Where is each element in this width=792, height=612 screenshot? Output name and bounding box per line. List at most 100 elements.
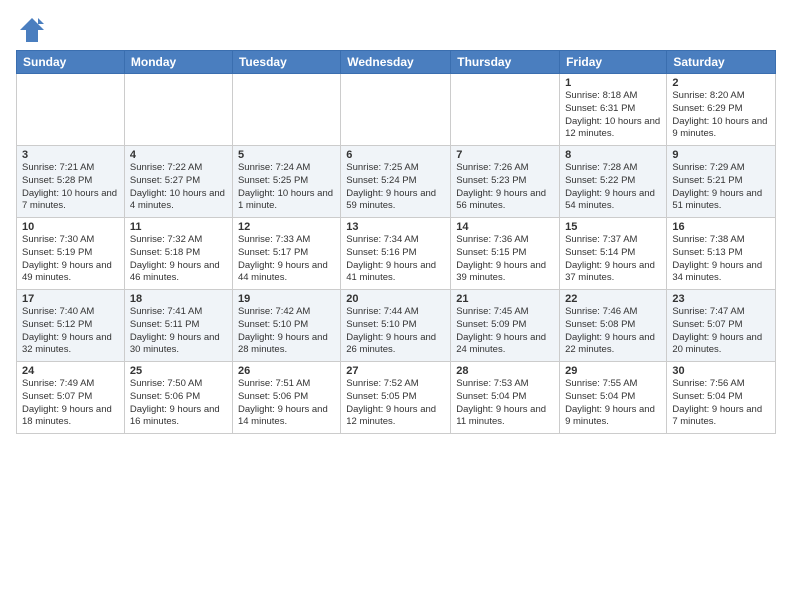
calendar-cell: 13Sunrise: 7:34 AM Sunset: 5:16 PM Dayli…	[341, 218, 451, 290]
calendar-week-5: 24Sunrise: 7:49 AM Sunset: 5:07 PM Dayli…	[17, 362, 776, 434]
day-number: 27	[346, 365, 445, 377]
calendar-header-tuesday: Tuesday	[232, 51, 340, 74]
calendar-cell: 8Sunrise: 7:28 AM Sunset: 5:22 PM Daylig…	[560, 146, 667, 218]
day-number: 20	[346, 293, 445, 305]
day-info: Sunrise: 7:44 AM Sunset: 5:10 PM Dayligh…	[346, 306, 445, 357]
day-info: Sunrise: 7:26 AM Sunset: 5:23 PM Dayligh…	[456, 162, 554, 213]
day-info: Sunrise: 7:56 AM Sunset: 5:04 PM Dayligh…	[672, 378, 770, 429]
calendar-cell: 4Sunrise: 7:22 AM Sunset: 5:27 PM Daylig…	[124, 146, 232, 218]
calendar-cell: 15Sunrise: 7:37 AM Sunset: 5:14 PM Dayli…	[560, 218, 667, 290]
day-info: Sunrise: 7:51 AM Sunset: 5:06 PM Dayligh…	[238, 378, 335, 429]
day-info: Sunrise: 8:18 AM Sunset: 6:31 PM Dayligh…	[565, 90, 661, 141]
day-info: Sunrise: 7:37 AM Sunset: 5:14 PM Dayligh…	[565, 234, 661, 285]
day-info: Sunrise: 7:33 AM Sunset: 5:17 PM Dayligh…	[238, 234, 335, 285]
day-number: 28	[456, 365, 554, 377]
calendar-cell: 19Sunrise: 7:42 AM Sunset: 5:10 PM Dayli…	[232, 290, 340, 362]
day-info: Sunrise: 7:34 AM Sunset: 5:16 PM Dayligh…	[346, 234, 445, 285]
calendar-cell: 2Sunrise: 8:20 AM Sunset: 6:29 PM Daylig…	[667, 74, 776, 146]
day-info: Sunrise: 7:25 AM Sunset: 5:24 PM Dayligh…	[346, 162, 445, 213]
calendar-cell: 25Sunrise: 7:50 AM Sunset: 5:06 PM Dayli…	[124, 362, 232, 434]
day-info: Sunrise: 7:46 AM Sunset: 5:08 PM Dayligh…	[565, 306, 661, 357]
day-number: 18	[130, 293, 227, 305]
day-info: Sunrise: 7:38 AM Sunset: 5:13 PM Dayligh…	[672, 234, 770, 285]
calendar-cell	[341, 74, 451, 146]
calendar-week-2: 3Sunrise: 7:21 AM Sunset: 5:28 PM Daylig…	[17, 146, 776, 218]
calendar-cell: 11Sunrise: 7:32 AM Sunset: 5:18 PM Dayli…	[124, 218, 232, 290]
calendar-cell: 17Sunrise: 7:40 AM Sunset: 5:12 PM Dayli…	[17, 290, 125, 362]
day-number: 15	[565, 221, 661, 233]
calendar-cell: 24Sunrise: 7:49 AM Sunset: 5:07 PM Dayli…	[17, 362, 125, 434]
day-info: Sunrise: 7:28 AM Sunset: 5:22 PM Dayligh…	[565, 162, 661, 213]
calendar-cell: 6Sunrise: 7:25 AM Sunset: 5:24 PM Daylig…	[341, 146, 451, 218]
calendar-cell: 28Sunrise: 7:53 AM Sunset: 5:04 PM Dayli…	[451, 362, 560, 434]
day-info: Sunrise: 7:36 AM Sunset: 5:15 PM Dayligh…	[456, 234, 554, 285]
calendar-header-wednesday: Wednesday	[341, 51, 451, 74]
calendar-cell: 27Sunrise: 7:52 AM Sunset: 5:05 PM Dayli…	[341, 362, 451, 434]
calendar-cell: 14Sunrise: 7:36 AM Sunset: 5:15 PM Dayli…	[451, 218, 560, 290]
day-number: 6	[346, 149, 445, 161]
calendar-cell: 7Sunrise: 7:26 AM Sunset: 5:23 PM Daylig…	[451, 146, 560, 218]
day-number: 11	[130, 221, 227, 233]
day-info: Sunrise: 7:40 AM Sunset: 5:12 PM Dayligh…	[22, 306, 119, 357]
day-info: Sunrise: 8:20 AM Sunset: 6:29 PM Dayligh…	[672, 90, 770, 141]
day-number: 13	[346, 221, 445, 233]
calendar-cell: 1Sunrise: 8:18 AM Sunset: 6:31 PM Daylig…	[560, 74, 667, 146]
calendar-header-friday: Friday	[560, 51, 667, 74]
day-number: 22	[565, 293, 661, 305]
calendar-week-3: 10Sunrise: 7:30 AM Sunset: 5:19 PM Dayli…	[17, 218, 776, 290]
day-info: Sunrise: 7:22 AM Sunset: 5:27 PM Dayligh…	[130, 162, 227, 213]
day-info: Sunrise: 7:45 AM Sunset: 5:09 PM Dayligh…	[456, 306, 554, 357]
day-info: Sunrise: 7:29 AM Sunset: 5:21 PM Dayligh…	[672, 162, 770, 213]
logo	[16, 16, 46, 44]
calendar-cell	[451, 74, 560, 146]
calendar-header-sunday: Sunday	[17, 51, 125, 74]
day-number: 8	[565, 149, 661, 161]
day-number: 14	[456, 221, 554, 233]
day-number: 23	[672, 293, 770, 305]
day-number: 9	[672, 149, 770, 161]
day-info: Sunrise: 7:41 AM Sunset: 5:11 PM Dayligh…	[130, 306, 227, 357]
day-info: Sunrise: 7:55 AM Sunset: 5:04 PM Dayligh…	[565, 378, 661, 429]
calendar-header-saturday: Saturday	[667, 51, 776, 74]
calendar-header-thursday: Thursday	[451, 51, 560, 74]
calendar-cell: 29Sunrise: 7:55 AM Sunset: 5:04 PM Dayli…	[560, 362, 667, 434]
day-number: 30	[672, 365, 770, 377]
calendar-cell: 30Sunrise: 7:56 AM Sunset: 5:04 PM Dayli…	[667, 362, 776, 434]
calendar-cell: 20Sunrise: 7:44 AM Sunset: 5:10 PM Dayli…	[341, 290, 451, 362]
calendar-cell	[232, 74, 340, 146]
day-info: Sunrise: 7:50 AM Sunset: 5:06 PM Dayligh…	[130, 378, 227, 429]
day-number: 12	[238, 221, 335, 233]
day-info: Sunrise: 7:32 AM Sunset: 5:18 PM Dayligh…	[130, 234, 227, 285]
day-number: 16	[672, 221, 770, 233]
day-number: 26	[238, 365, 335, 377]
calendar-cell: 9Sunrise: 7:29 AM Sunset: 5:21 PM Daylig…	[667, 146, 776, 218]
calendar-header-row: SundayMondayTuesdayWednesdayThursdayFrid…	[17, 51, 776, 74]
calendar-cell: 5Sunrise: 7:24 AM Sunset: 5:25 PM Daylig…	[232, 146, 340, 218]
calendar-cell	[124, 74, 232, 146]
calendar-cell: 3Sunrise: 7:21 AM Sunset: 5:28 PM Daylig…	[17, 146, 125, 218]
calendar-cell: 22Sunrise: 7:46 AM Sunset: 5:08 PM Dayli…	[560, 290, 667, 362]
calendar-cell: 12Sunrise: 7:33 AM Sunset: 5:17 PM Dayli…	[232, 218, 340, 290]
day-number: 24	[22, 365, 119, 377]
day-number: 2	[672, 77, 770, 89]
day-number: 17	[22, 293, 119, 305]
day-info: Sunrise: 7:42 AM Sunset: 5:10 PM Dayligh…	[238, 306, 335, 357]
day-info: Sunrise: 7:47 AM Sunset: 5:07 PM Dayligh…	[672, 306, 770, 357]
calendar-cell: 23Sunrise: 7:47 AM Sunset: 5:07 PM Dayli…	[667, 290, 776, 362]
calendar-week-4: 17Sunrise: 7:40 AM Sunset: 5:12 PM Dayli…	[17, 290, 776, 362]
calendar-header-monday: Monday	[124, 51, 232, 74]
day-info: Sunrise: 7:49 AM Sunset: 5:07 PM Dayligh…	[22, 378, 119, 429]
calendar-table: SundayMondayTuesdayWednesdayThursdayFrid…	[16, 50, 776, 434]
day-info: Sunrise: 7:24 AM Sunset: 5:25 PM Dayligh…	[238, 162, 335, 213]
calendar-cell	[17, 74, 125, 146]
day-info: Sunrise: 7:21 AM Sunset: 5:28 PM Dayligh…	[22, 162, 119, 213]
page-container: SundayMondayTuesdayWednesdayThursdayFrid…	[0, 0, 792, 442]
header	[16, 12, 776, 44]
day-number: 21	[456, 293, 554, 305]
day-info: Sunrise: 7:52 AM Sunset: 5:05 PM Dayligh…	[346, 378, 445, 429]
calendar-cell: 10Sunrise: 7:30 AM Sunset: 5:19 PM Dayli…	[17, 218, 125, 290]
calendar-week-1: 1Sunrise: 8:18 AM Sunset: 6:31 PM Daylig…	[17, 74, 776, 146]
calendar-cell: 16Sunrise: 7:38 AM Sunset: 5:13 PM Dayli…	[667, 218, 776, 290]
day-number: 5	[238, 149, 335, 161]
day-number: 29	[565, 365, 661, 377]
